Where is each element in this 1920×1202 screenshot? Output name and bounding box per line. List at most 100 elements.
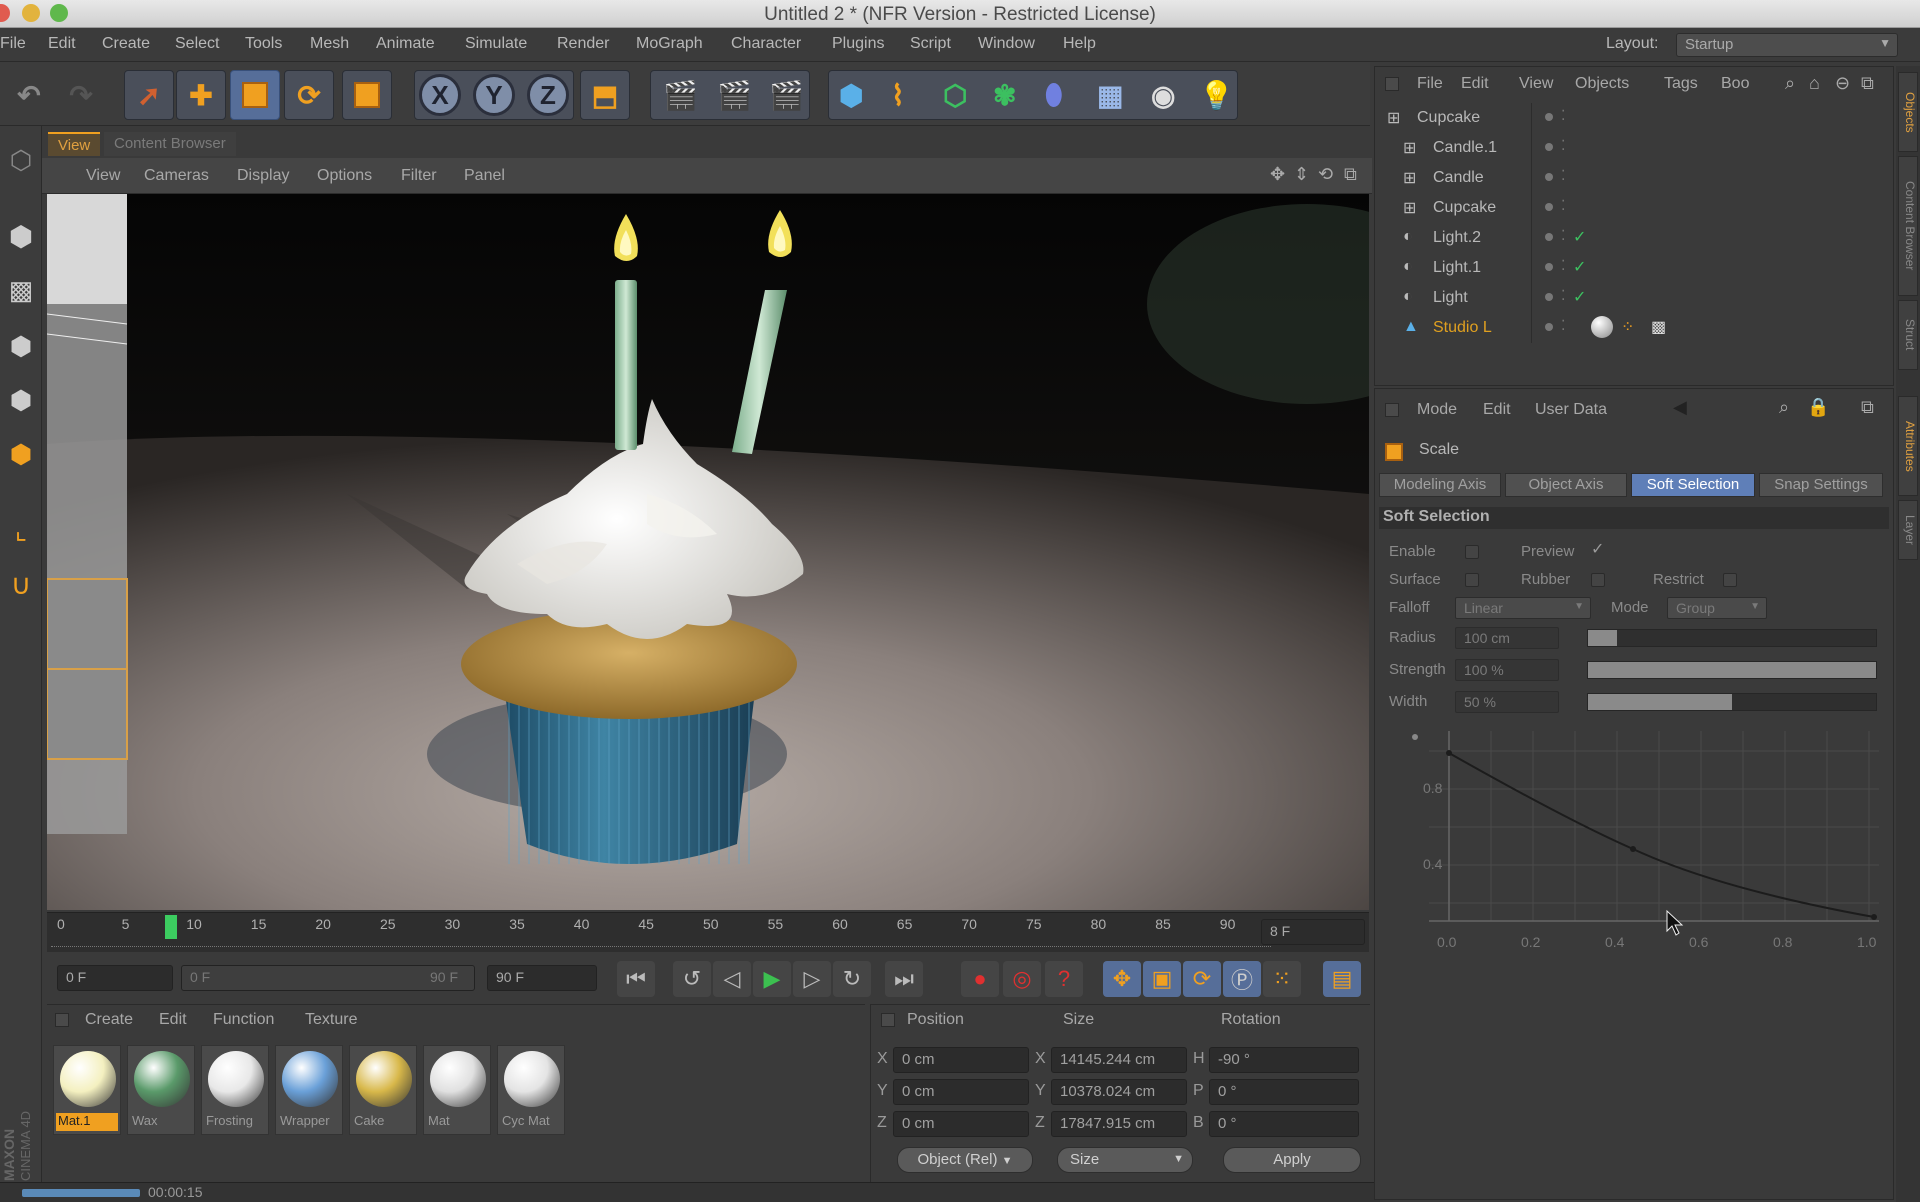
- panel-grip-icon[interactable]: [1385, 77, 1399, 91]
- sidetab-attributes[interactable]: Attributes: [1898, 396, 1918, 496]
- mode-select[interactable]: Group ▼: [1667, 597, 1767, 619]
- vmenu-options[interactable]: Options: [317, 167, 372, 185]
- viewport-zoom-icon[interactable]: ⇕: [1294, 164, 1309, 185]
- axis-z-lock[interactable]: Z: [527, 74, 569, 116]
- end-frame-field[interactable]: 90 F: [487, 965, 597, 991]
- object-row[interactable]: ▲ Studio L ⁚ ⁘ ▩: [1375, 313, 1895, 343]
- strength-field[interactable]: 100 %: [1455, 659, 1559, 681]
- tab-view[interactable]: View: [48, 132, 101, 156]
- render-settings-icon[interactable]: 🎬: [769, 79, 804, 112]
- visibility-dot-icon[interactable]: [1545, 263, 1553, 271]
- goto-start-icon[interactable]: ⏮: [617, 961, 655, 997]
- material-swatch[interactable]: Cake: [349, 1045, 417, 1135]
- restrict-checkbox[interactable]: [1723, 573, 1737, 587]
- loop-forward-icon[interactable]: ↻: [833, 961, 871, 997]
- render-dot-icon[interactable]: ⁚: [1561, 197, 1565, 214]
- key-parameter-icon[interactable]: Ⓟ: [1223, 961, 1261, 997]
- width-field[interactable]: 50 %: [1455, 691, 1559, 713]
- key-scale-icon[interactable]: ▣: [1143, 961, 1181, 997]
- render-dot-icon[interactable]: ⁚: [1561, 167, 1565, 184]
- tab-snap-settings[interactable]: Snap Settings: [1759, 473, 1883, 497]
- undo-icon[interactable]: ↶: [4, 70, 54, 120]
- key-point-level-icon[interactable]: ⁙: [1263, 961, 1301, 997]
- tab-content-browser[interactable]: Content Browser: [104, 132, 236, 156]
- menu-create[interactable]: Create: [102, 35, 150, 53]
- object-row[interactable]: ◐ Light.2 ⁚ ✓: [1375, 223, 1895, 253]
- 3d-viewport[interactable]: [47, 194, 1369, 910]
- model-mode-icon[interactable]: ⬢: [3, 216, 39, 256]
- object-name[interactable]: Studio L: [1433, 319, 1492, 337]
- rotate-tool-icon[interactable]: ⟳: [284, 70, 334, 120]
- object-name[interactable]: Light.1: [1433, 259, 1481, 277]
- menu-mesh[interactable]: Mesh: [310, 35, 349, 53]
- search-icon[interactable]: ⌕: [1785, 73, 1795, 94]
- viewport-rotate-icon[interactable]: ⟲: [1318, 164, 1333, 185]
- floor-icon[interactable]: ▦: [1097, 79, 1123, 112]
- deformer-icon[interactable]: ⬮: [1045, 79, 1063, 112]
- redo-icon[interactable]: ↷: [56, 70, 106, 120]
- current-frame-field[interactable]: 8 F: [1261, 919, 1365, 945]
- frame-range-slider[interactable]: 0 F 90 F: [181, 965, 475, 991]
- object-name[interactable]: Cupcake: [1433, 199, 1496, 217]
- axis-x-lock[interactable]: X: [419, 74, 461, 116]
- size-field[interactable]: 14145.244 cm: [1051, 1047, 1187, 1073]
- attr-menu-mode[interactable]: Mode: [1417, 401, 1457, 419]
- panel-grip-icon[interactable]: [881, 1013, 895, 1027]
- key-position-icon[interactable]: ✥: [1103, 961, 1141, 997]
- spline-icon[interactable]: ⌇: [891, 79, 905, 112]
- coords-size-select[interactable]: Size ▼: [1057, 1147, 1193, 1173]
- obj-menu-bookmarks[interactable]: Boo: [1721, 75, 1749, 93]
- render-dot-icon[interactable]: ⁚: [1561, 137, 1565, 154]
- rubber-checkbox[interactable]: [1591, 573, 1605, 587]
- light-bulb-icon[interactable]: 💡: [1199, 79, 1234, 112]
- rotation-field[interactable]: 0 °: [1209, 1079, 1359, 1105]
- mat-menu-edit[interactable]: Edit: [159, 1011, 187, 1029]
- viewport-maximize-icon[interactable]: ⧉: [1344, 164, 1357, 185]
- panel-grip-icon[interactable]: [1385, 403, 1399, 417]
- search-icon[interactable]: ⌕: [1779, 397, 1789, 418]
- make-editable-icon[interactable]: ⬡: [3, 140, 39, 180]
- menu-window[interactable]: Window: [978, 35, 1035, 53]
- preview-checkbox[interactable]: ✓: [1591, 539, 1604, 559]
- enabled-check-icon[interactable]: ✓: [1573, 227, 1586, 247]
- surface-checkbox[interactable]: [1465, 573, 1479, 587]
- visibility-dot-icon[interactable]: [1545, 323, 1553, 331]
- falloff-select[interactable]: Linear ▼: [1455, 597, 1591, 619]
- layout-select[interactable]: Startup ▼: [1676, 33, 1898, 57]
- viewport-move-icon[interactable]: ✥: [1270, 164, 1285, 185]
- panel-grip-icon[interactable]: [55, 1013, 69, 1027]
- sidetab-layer[interactable]: Layer: [1898, 500, 1918, 560]
- live-selection-icon[interactable]: ➚: [124, 70, 174, 120]
- material-swatch[interactable]: Cyc Mat: [497, 1045, 565, 1135]
- apply-button[interactable]: Apply: [1223, 1147, 1361, 1173]
- curve-point[interactable]: [1446, 750, 1452, 756]
- new-view-icon[interactable]: ⊖: [1835, 73, 1850, 94]
- position-field[interactable]: 0 cm: [893, 1111, 1029, 1137]
- menu-file[interactable]: File: [0, 35, 26, 53]
- object-name[interactable]: Light.2: [1433, 229, 1481, 247]
- position-field[interactable]: 0 cm: [893, 1047, 1029, 1073]
- axis-y-lock[interactable]: Y: [473, 74, 515, 116]
- object-name[interactable]: Candle.1: [1433, 139, 1497, 157]
- enabled-check-icon[interactable]: ✓: [1573, 287, 1586, 307]
- visibility-dot-icon[interactable]: [1545, 233, 1553, 241]
- timeline-ruler[interactable]: 0 5 10 15 20 25 30 35 40 45 50 55 60 65 70 75 80 85 90 8 F: [47, 912, 1369, 952]
- object-row[interactable]: ⊞ Candle.1 ⁚: [1375, 133, 1895, 163]
- tab-soft-selection[interactable]: Soft Selection: [1631, 473, 1755, 497]
- cube-icon[interactable]: ⬢: [839, 79, 863, 112]
- camera-icon[interactable]: ◉: [1151, 79, 1175, 112]
- vmenu-panel[interactable]: Panel: [464, 167, 505, 185]
- size-field[interactable]: 17847.915 cm: [1051, 1111, 1187, 1137]
- attr-menu-edit[interactable]: Edit: [1483, 401, 1511, 419]
- rotation-field[interactable]: 0 °: [1209, 1111, 1359, 1137]
- menu-help[interactable]: Help: [1063, 35, 1096, 53]
- start-frame-field[interactable]: 0 F: [57, 965, 173, 991]
- object-row[interactable]: ◐ Light.1 ⁚ ✓: [1375, 253, 1895, 283]
- material-swatch[interactable]: Wax: [127, 1045, 195, 1135]
- obj-menu-objects[interactable]: Objects: [1575, 75, 1629, 93]
- material-swatch[interactable]: Mat: [423, 1045, 491, 1135]
- obj-menu-view[interactable]: View: [1519, 75, 1553, 93]
- menu-plugins[interactable]: Plugins: [832, 35, 884, 53]
- texture-tag-icon[interactable]: ▩: [1651, 317, 1666, 337]
- mat-menu-create[interactable]: Create: [85, 1011, 133, 1029]
